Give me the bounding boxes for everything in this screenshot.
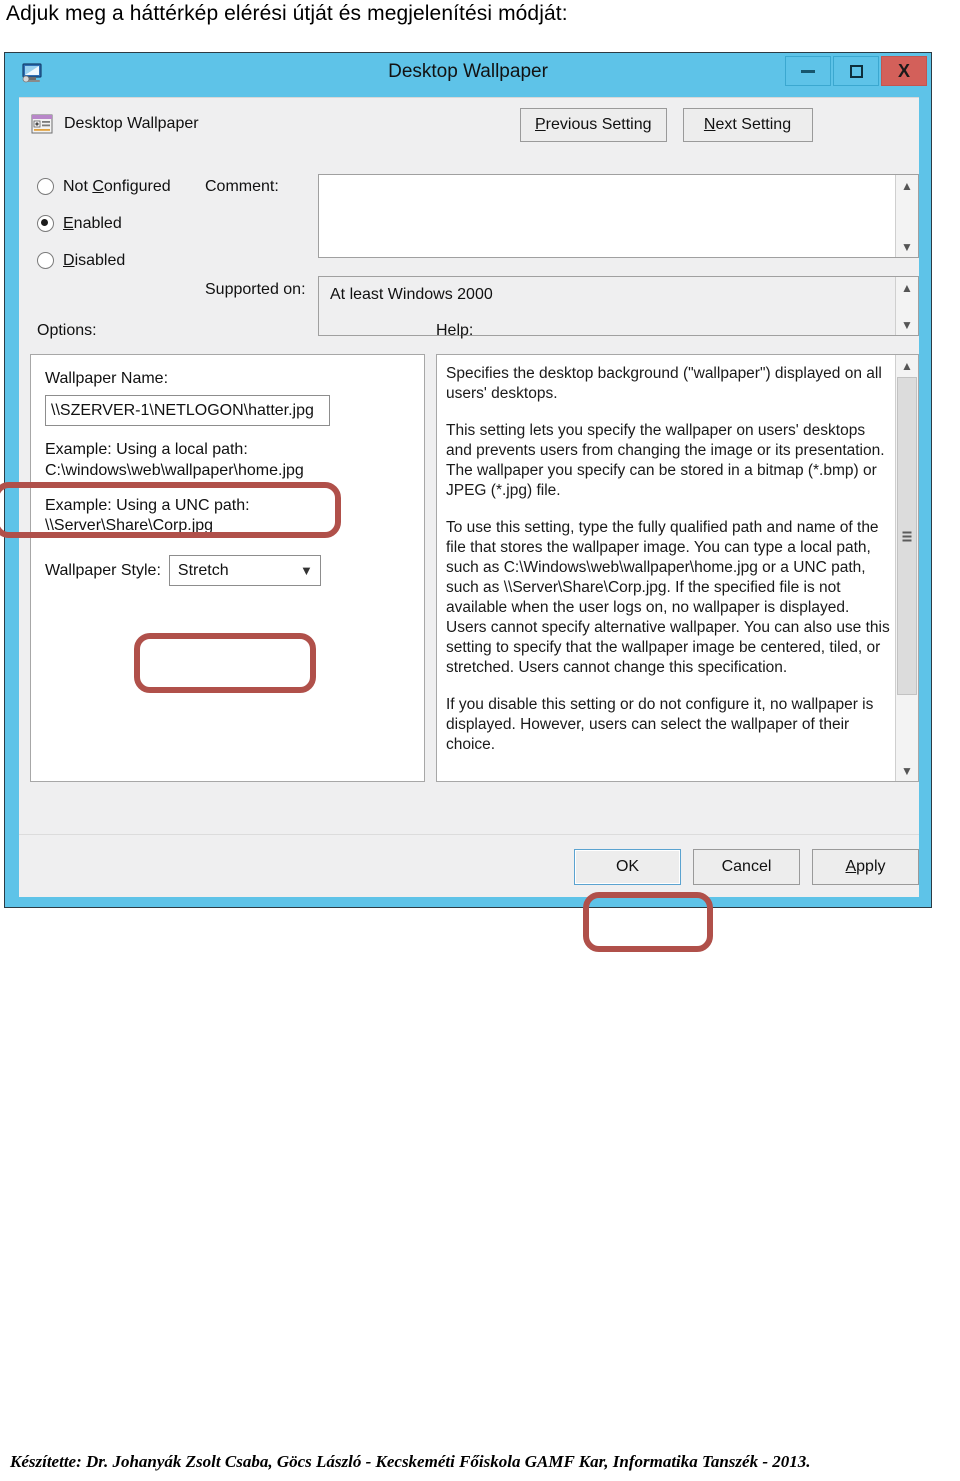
dialog-action-buttons: OK Cancel Apply <box>574 849 919 885</box>
chevron-down-icon[interactable]: ▼ <box>896 236 918 257</box>
state-area: Not Configured Enabled Disabled Comment:… <box>19 160 919 336</box>
help-scrollbar[interactable]: ▲ ▼ <box>895 355 918 781</box>
group-policy-setting-icon <box>30 112 54 136</box>
options-content: Wallpaper Name: \\SZERVER-1\NETLOGON\hat… <box>45 370 414 587</box>
desktop-wallpaper-dialog: Desktop Wallpaper X Desktop Wallpaper Pr… <box>0 52 932 952</box>
comment-label: Comment: <box>205 178 279 195</box>
supported-on-textbox: At least Windows 2000 ▲ ▼ <box>318 276 919 336</box>
radio-enabled-indicator <box>37 215 54 232</box>
help-caption: Help: <box>436 322 474 339</box>
page-caption: Adjuk meg a háttérkép elérési útját és m… <box>6 2 568 25</box>
radio-disabled[interactable]: Disabled <box>37 242 171 279</box>
supported-on-scrollbar[interactable]: ▲ ▼ <box>895 277 918 335</box>
dialog-client-area: Desktop Wallpaper Previous Setting Next … <box>19 97 919 897</box>
help-paragraph: Specifies the desktop background ("wallp… <box>446 365 882 402</box>
dialog-titlebar: Desktop Wallpaper X <box>5 53 931 95</box>
previous-setting-button[interactable]: Previous Setting <box>520 108 667 142</box>
radio-not-configured-indicator <box>37 178 54 195</box>
radio-enabled[interactable]: Enabled <box>37 205 171 242</box>
example-local-path-line2: C:\windows\web\wallpaper\home.jpg <box>45 461 304 479</box>
scrollbar-grip-icon <box>902 531 912 542</box>
maximize-button[interactable] <box>833 56 879 86</box>
help-scrollbar-thumb[interactable] <box>897 377 917 695</box>
setting-name-label: Desktop Wallpaper <box>64 115 199 132</box>
wallpaper-style-value: Stretch <box>177 561 229 579</box>
comment-textbox[interactable]: ▲ ▼ <box>318 174 919 258</box>
supported-on-label: Supported on: <box>205 281 306 298</box>
radio-disabled-indicator <box>37 252 54 269</box>
wallpaper-style-label: Wallpaper Style: <box>45 561 161 579</box>
chevron-up-icon[interactable]: ▲ <box>896 355 918 376</box>
chevron-up-icon[interactable]: ▲ <box>896 277 918 298</box>
help-paragraph: If you disable this setting or do not co… <box>446 695 874 753</box>
setting-header: Desktop Wallpaper Previous Setting Next … <box>19 98 919 160</box>
supported-on-value: At least Windows 2000 <box>330 286 493 303</box>
wallpaper-style-row: Wallpaper Style: Stretch ▼ <box>45 555 414 587</box>
radio-disabled-label: Disabled <box>63 251 126 269</box>
setting-title-group: Desktop Wallpaper <box>30 112 199 136</box>
minimize-icon <box>801 69 815 73</box>
annotation-ok-button <box>583 892 713 952</box>
chevron-up-icon[interactable]: ▲ <box>896 175 918 196</box>
comment-scrollbar[interactable]: ▲ ▼ <box>895 175 918 257</box>
example-local-path: Example: Using a local path: C:\windows\… <box>45 440 414 482</box>
options-panel: Wallpaper Name: \\SZERVER-1\NETLOGON\hat… <box>30 354 425 782</box>
cancel-button[interactable]: Cancel <box>693 849 800 885</box>
example-unc-path-line2: \\Server\Share\Corp.jpg <box>45 517 214 535</box>
wallpaper-name-input[interactable]: \\SZERVER-1\NETLOGON\hatter.jpg <box>45 395 330 426</box>
ok-button[interactable]: OK <box>574 849 681 885</box>
radio-enabled-label: Enabled <box>63 214 122 232</box>
options-caption: Options: <box>37 322 97 339</box>
wallpaper-style-select[interactable]: Stretch ▼ <box>168 555 321 587</box>
page-footer: Készítette: Dr. Johanyák Zsolt Csaba, Gö… <box>10 1452 811 1471</box>
help-panel: Specifies the desktop background ("wallp… <box>436 354 919 782</box>
dialog-footer: OK Cancel Apply <box>19 834 919 897</box>
maximize-icon <box>849 64 863 78</box>
chevron-down-icon: ▼ <box>300 563 313 579</box>
radio-not-configured-label: Not Configured <box>63 177 171 195</box>
next-setting-button[interactable]: Next Setting <box>682 108 813 142</box>
help-text-content: Specifies the desktop background ("wallp… <box>446 364 892 775</box>
radio-not-configured[interactable]: Not Configured <box>37 168 171 205</box>
help-paragraph: To use this setting, type the fully qual… <box>446 518 890 676</box>
chevron-down-icon[interactable]: ▼ <box>896 314 918 335</box>
chevron-down-icon[interactable]: ▼ <box>896 760 918 781</box>
setting-navigation: Previous Setting Next Setting <box>520 108 813 142</box>
minimize-button[interactable] <box>785 56 831 86</box>
window-controls: X <box>785 56 927 86</box>
policy-state-radio-group: Not Configured Enabled Disabled <box>37 168 171 279</box>
example-local-path-line1: Example: Using a local path: <box>45 441 248 458</box>
example-unc-path: Example: Using a UNC path: \\Server\Shar… <box>45 496 414 538</box>
wallpaper-name-label: Wallpaper Name: <box>45 370 169 387</box>
help-paragraph: This setting lets you specify the wallpa… <box>446 421 885 499</box>
example-unc-path-line1: Example: Using a UNC path: <box>45 496 250 514</box>
close-button[interactable]: X <box>881 56 927 86</box>
apply-button[interactable]: Apply <box>812 849 919 885</box>
